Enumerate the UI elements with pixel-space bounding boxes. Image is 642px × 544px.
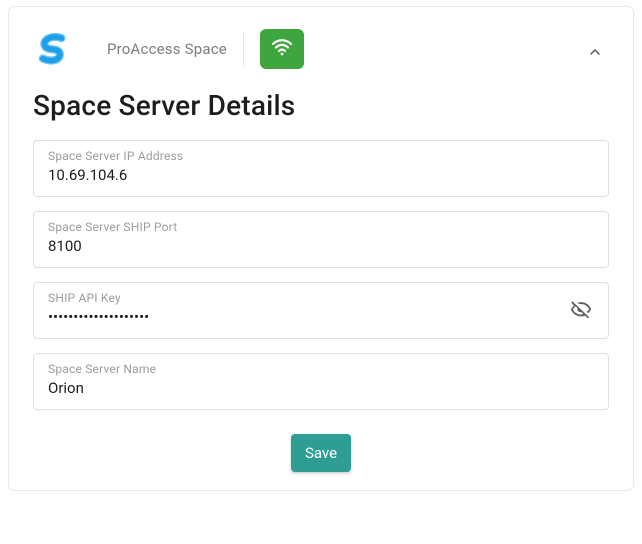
api-key-field[interactable]: SHIP API Key: [33, 282, 609, 339]
server-form: Space Server IP Address Space Server SHI…: [9, 140, 633, 472]
api-key-label: SHIP API Key: [48, 291, 594, 305]
ship-port-input[interactable]: [48, 236, 594, 257]
server-name-input[interactable]: [48, 378, 594, 399]
ship-port-label: Space Server SHIP Port: [48, 220, 594, 234]
section-title: Space Server Details: [9, 89, 633, 140]
server-name-field[interactable]: Space Server Name: [33, 353, 609, 410]
settings-card: ProAccess Space Space Server Details: [8, 6, 634, 491]
connection-status-badge: [260, 29, 304, 69]
ip-address-field[interactable]: Space Server IP Address: [33, 140, 609, 197]
product-name: ProAccess Space: [107, 40, 227, 58]
wifi-icon: [270, 35, 294, 63]
collapse-toggle[interactable]: [581, 39, 609, 67]
eye-off-icon: [570, 298, 592, 323]
card-header: ProAccess Space: [9, 7, 633, 89]
toggle-api-key-visibility[interactable]: [566, 294, 596, 327]
product-logo: [33, 29, 73, 69]
ship-port-field[interactable]: Space Server SHIP Port: [33, 211, 609, 268]
header-divider: [243, 32, 244, 66]
chevron-up-icon: [587, 44, 603, 63]
actions-row: Save: [33, 434, 609, 472]
save-button[interactable]: Save: [291, 434, 351, 472]
ip-address-input[interactable]: [48, 165, 594, 186]
ip-address-label: Space Server IP Address: [48, 149, 594, 163]
server-name-label: Space Server Name: [48, 362, 594, 376]
api-key-input[interactable]: [48, 307, 594, 328]
